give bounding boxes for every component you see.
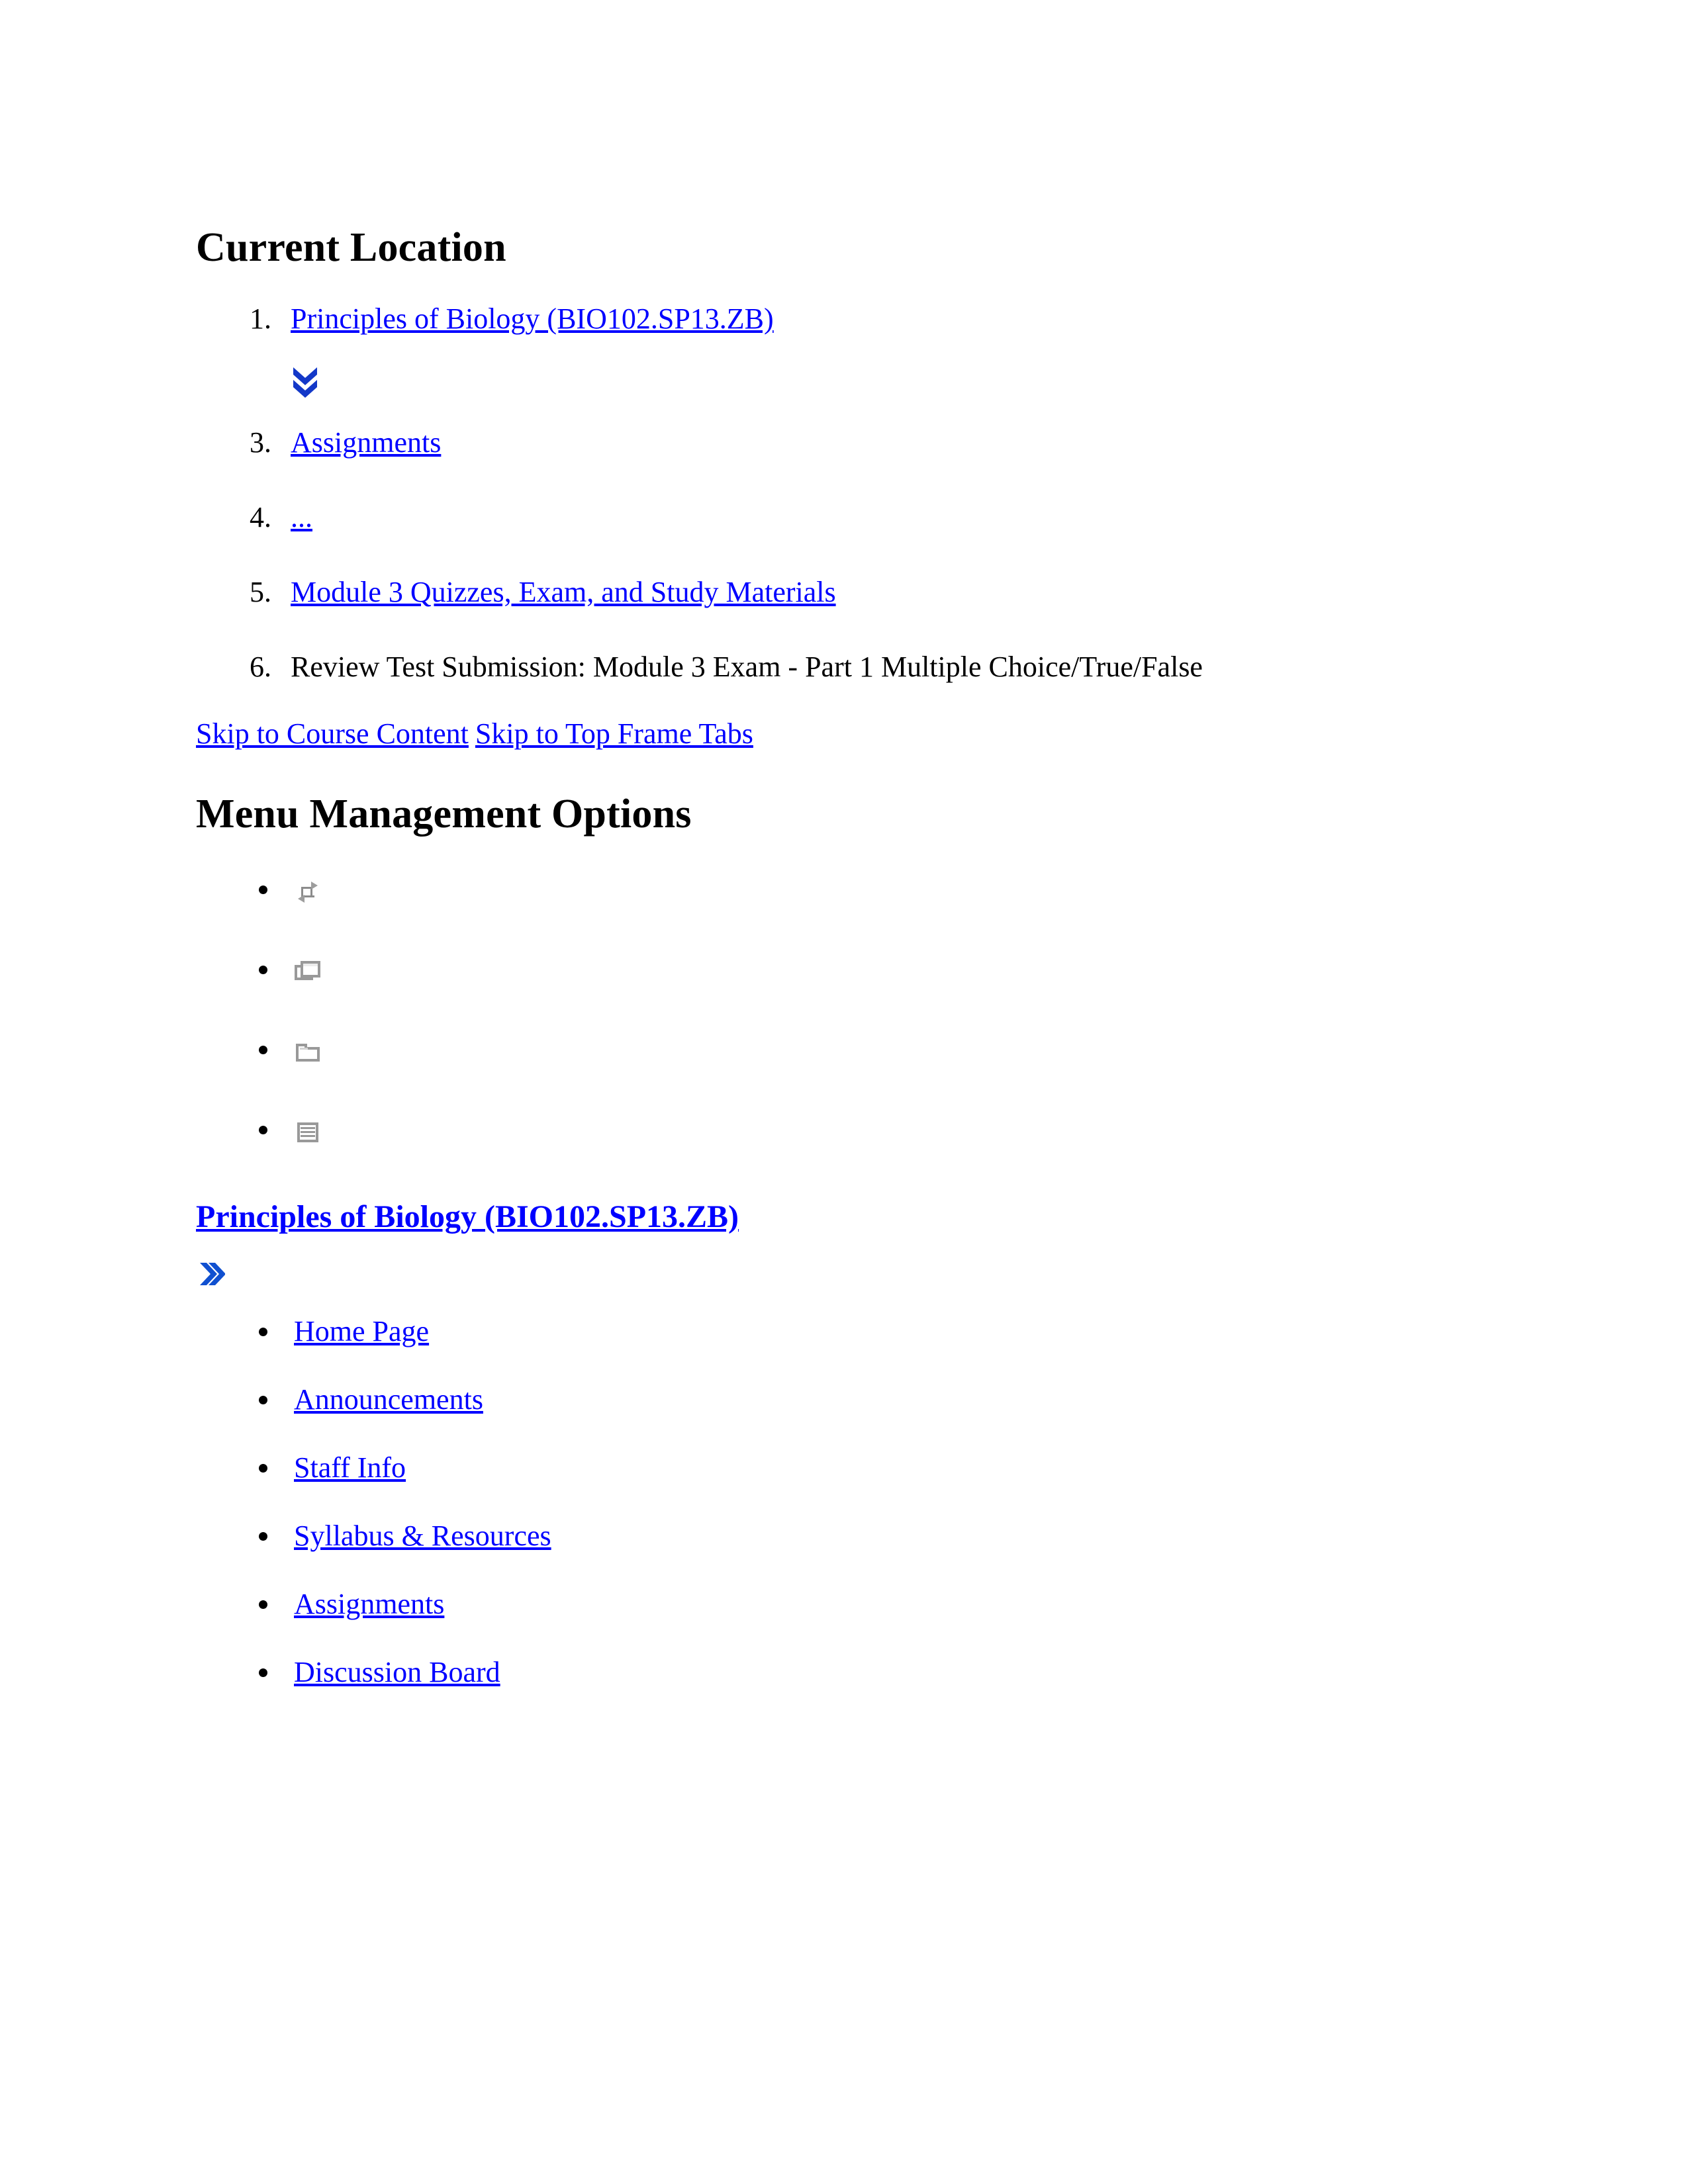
course-menu-list: Home Page Announcements Staff Info Sylla… [196,1313,1489,1690]
menu-option-open-in-new-window[interactable] [281,955,1489,986]
menu-option-refresh[interactable] [281,875,1489,906]
course-menu-item-syllabus-resources[interactable]: Syllabus & Resources [294,1520,551,1552]
refresh-icon[interactable] [294,878,322,906]
menu-option-list-view[interactable] [281,1115,1489,1146]
breadcrumb-item-course: Principles of Biology (BIO102.SP13.ZB) [279,300,1489,337]
breadcrumb-link-course[interactable]: Principles of Biology (BIO102.SP13.ZB) [291,302,774,335]
skip-to-course-content-link[interactable]: Skip to Course Content [196,717,469,750]
list-item: Staff Info [281,1449,1489,1486]
menu-option-folder[interactable] [281,1035,1489,1066]
skip-links-row: Skip to Course Content Skip to Top Frame … [196,715,1489,752]
course-title-link[interactable]: Principles of Biology (BIO102.SP13.ZB) [196,1198,1489,1236]
breadcrumb-link-ellipsis[interactable]: ... [291,501,312,533]
folder-icon[interactable] [294,1038,322,1066]
chevron-double-right-icon[interactable] [196,1259,226,1289]
list-item: Announcements [281,1381,1489,1418]
breadcrumb-link-module[interactable]: Module 3 Quizzes, Exam, and Study Materi… [291,576,836,608]
breadcrumb-item-module: Module 3 Quizzes, Exam, and Study Materi… [279,574,1489,610]
breadcrumb-item-ellipsis: ... [279,499,1489,535]
breadcrumb-current-text: Review Test Submission: Module 3 Exam - … [291,651,1203,684]
list-view-icon[interactable] [294,1118,322,1146]
course-menu-item-staff-info[interactable]: Staff Info [294,1451,406,1484]
list-item: Assignments [281,1586,1489,1622]
breadcrumb-expand-row [279,361,1489,398]
chevron-double-down-icon[interactable] [291,363,320,398]
course-menu-item-home-page[interactable]: Home Page [294,1315,429,1347]
course-menu-item-announcements[interactable]: Announcements [294,1383,483,1416]
current-location-heading: Current Location [196,225,506,270]
course-menu-item-discussion-board[interactable]: Discussion Board [294,1656,500,1688]
list-item: Discussion Board [281,1654,1489,1690]
document-page: Current Location Principles of Biology (… [0,0,1688,2184]
list-item: Syllabus & Resources [281,1518,1489,1554]
breadcrumb-link-assignments[interactable]: Assignments [291,426,441,459]
breadcrumb-list: Principles of Biology (BIO102.SP13.ZB) A… [196,300,1489,685]
menu-management-options-list [196,875,1489,1146]
open-in-new-window-icon[interactable] [294,958,322,986]
list-item: Home Page [281,1313,1489,1349]
breadcrumb-item-current: Review Test Submission: Module 3 Exam - … [279,649,1489,685]
course-menu-item-assignments[interactable]: Assignments [294,1588,444,1620]
menu-management-heading: Menu Management Options [196,792,692,837]
course-menu-collapse-row [196,1259,1489,1289]
skip-to-top-frame-tabs-link[interactable]: Skip to Top Frame Tabs [475,717,753,750]
breadcrumb-item-assignments: Assignments [279,424,1489,461]
